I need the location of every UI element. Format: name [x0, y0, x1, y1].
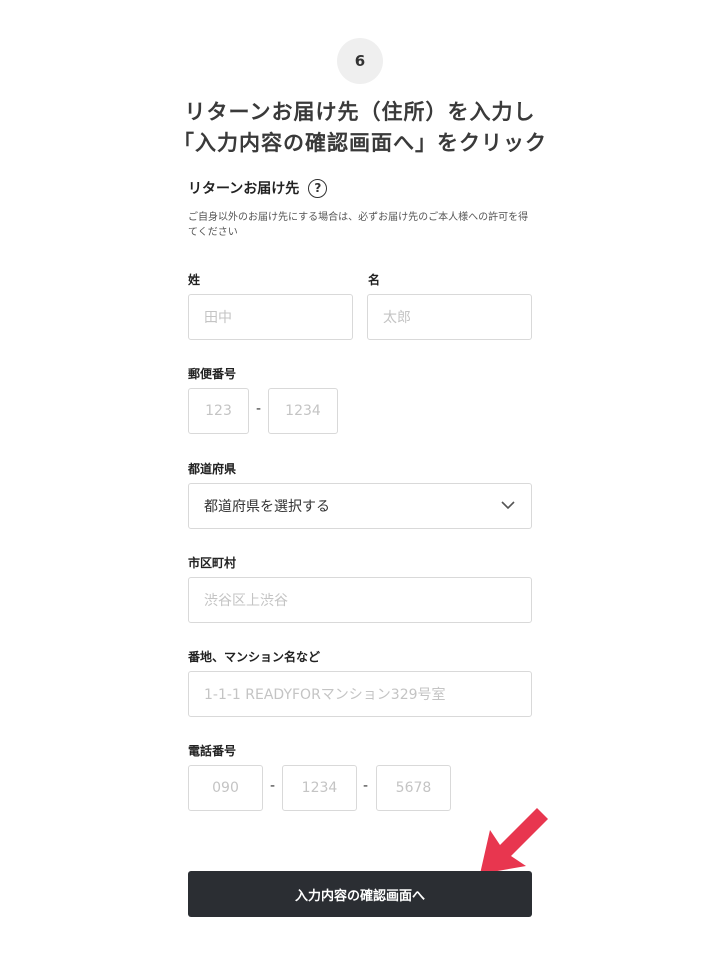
pointer-arrow-icon	[480, 808, 548, 874]
postal-code-part2-input[interactable]: 1234	[268, 388, 338, 434]
instruction-heading: リターンお届け先（住所）を入力し 「入力内容の確認画面へ」をクリック	[0, 97, 720, 159]
phone-part2-input[interactable]: 1234	[282, 765, 357, 811]
first-name-label: 名	[368, 273, 381, 287]
postal-code-separator: -	[256, 401, 262, 417]
section-header: リターンお届け先 ?	[188, 176, 328, 200]
first-name-input[interactable]: 太郎	[367, 294, 532, 340]
phone-part1-input[interactable]: 090	[188, 765, 263, 811]
address-input[interactable]: 1-1-1 READYFORマンション329号室	[188, 671, 532, 717]
phone-separator-2: -	[363, 778, 369, 794]
instruction-line-1: リターンお届け先（住所）を入力し	[184, 100, 536, 124]
prefecture-select[interactable]: 都道府県を選択する	[188, 483, 532, 529]
phone-part3-input[interactable]: 5678	[376, 765, 451, 811]
instruction-line-2: 「入力内容の確認画面へ」をクリック	[173, 131, 547, 155]
last-name-label: 姓	[188, 273, 201, 287]
chevron-down-icon	[501, 501, 515, 510]
section-title: リターンお届け先	[188, 181, 300, 197]
question-circle-icon[interactable]: ?	[308, 178, 328, 198]
section-note: ご自身以外のお届け先にする場合は、必ずお届け先のご本人様への許可を得てください	[188, 212, 529, 238]
step-number-badge: 6	[337, 38, 383, 84]
confirm-input-button[interactable]: 入力内容の確認画面へ	[188, 871, 532, 917]
postal-code-label: 郵便番号	[188, 367, 237, 381]
last-name-input[interactable]: 田中	[188, 294, 353, 340]
address-label: 番地、マンション名など	[188, 650, 321, 664]
prefecture-select-value: 都道府県を選択する	[204, 499, 330, 515]
city-input[interactable]: 渋谷区上渋谷	[188, 577, 532, 623]
city-label: 市区町村	[188, 556, 237, 570]
prefecture-label: 都道府県	[188, 462, 237, 476]
postal-code-part1-input[interactable]: 123	[188, 388, 249, 434]
phone-label: 電話番号	[188, 744, 237, 758]
phone-separator-1: -	[270, 778, 276, 794]
